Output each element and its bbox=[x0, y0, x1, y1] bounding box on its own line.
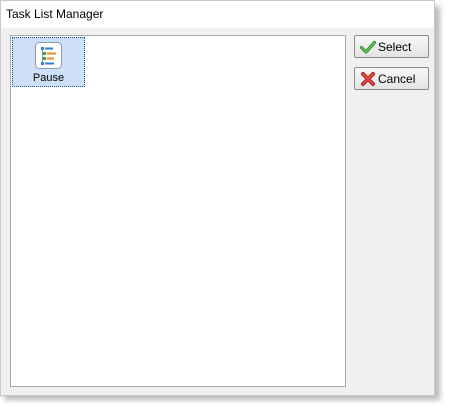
x-mark-icon bbox=[361, 72, 375, 86]
list-item-pause[interactable]: Pause bbox=[12, 37, 85, 87]
cancel-button[interactable]: Cancel bbox=[354, 67, 429, 90]
list-item-label: Pause bbox=[32, 72, 65, 84]
select-button-label: Select bbox=[378, 40, 412, 54]
cancel-button-label: Cancel bbox=[378, 72, 416, 86]
checkmark-icon bbox=[360, 40, 376, 54]
task-list-manager-dialog: Task List Manager Pause Select Cancel bbox=[0, 0, 435, 396]
select-button[interactable]: Select bbox=[354, 35, 429, 58]
title-bar: Task List Manager bbox=[1, 1, 434, 28]
task-list-panel[interactable]: Pause bbox=[10, 35, 346, 387]
window-title: Task List Manager bbox=[6, 7, 104, 21]
task-list-icon bbox=[35, 42, 62, 69]
